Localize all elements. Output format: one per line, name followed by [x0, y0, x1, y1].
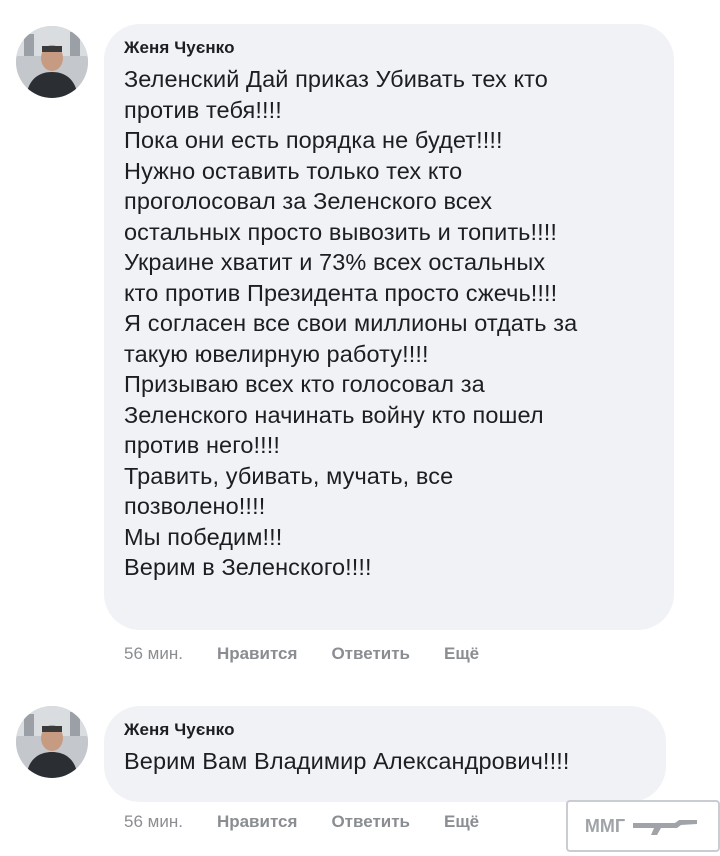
- comment-author[interactable]: Женя Чуєнко: [124, 720, 644, 740]
- watermark-text: ММГ: [584, 815, 626, 836]
- comment-line: против тебя!!!!: [124, 96, 282, 123]
- watermark: ММГ: [566, 800, 720, 852]
- comment-line: Травить, убивать, мучать, все: [124, 462, 454, 489]
- comment-bubble: Женя Чуєнко Верим Вам Владимир Александр…: [104, 706, 666, 802]
- comment-line: позволено!!!!: [124, 493, 266, 519]
- reply-button[interactable]: Ответить: [331, 644, 410, 664]
- comment-bubble: Женя Чуєнко Зеленский Дай приказ Убивать…: [104, 24, 674, 630]
- comment-line: Я согласен все свои миллионы отдать за: [124, 310, 578, 336]
- like-button[interactable]: Нравится: [217, 812, 298, 832]
- comment-actions: 56 мин. Нравится Ответить Ещё: [124, 812, 479, 832]
- comment-line: такую ювелирную работу!!!!: [124, 340, 429, 367]
- comment-actions: 56 мин. Нравится Ответить Ещё: [124, 644, 479, 664]
- rifle-icon: [633, 820, 698, 835]
- comment-line: Мы победим!!!: [124, 523, 283, 550]
- comment-line: Зеленского начинать войну кто пошел: [124, 401, 544, 428]
- comment-line: кто против Президента просто сжечь!!!!: [124, 279, 558, 306]
- comment-line: остальных просто вывозить и топить!!!!: [124, 218, 558, 245]
- more-button[interactable]: Ещё: [444, 812, 479, 832]
- comment-line: Призываю всех кто голосовал за: [124, 371, 485, 397]
- comment-text: Верим Вам Владимир Александрович!!!!: [124, 746, 644, 777]
- comment-timestamp[interactable]: 56 мин.: [124, 644, 183, 664]
- comment-line: Пока они есть порядка не будет!!!!: [124, 127, 503, 153]
- comment-text: Зеленский Дай приказ Убивать тех кто про…: [124, 64, 652, 583]
- comment-timestamp[interactable]: 56 мин.: [124, 812, 183, 832]
- comment-line: Украине хватит и 73% всех остальных: [124, 249, 546, 275]
- avatar[interactable]: [16, 26, 88, 98]
- comment-line: Нужно оставить только тех кто: [124, 157, 463, 184]
- more-button[interactable]: Ещё: [444, 644, 479, 664]
- comment-line: Зеленский Дай приказ Убивать тех кто: [124, 66, 548, 92]
- user-photo-icon: [16, 26, 88, 98]
- comment-author[interactable]: Женя Чуєнко: [124, 38, 652, 58]
- like-button[interactable]: Нравится: [217, 644, 298, 664]
- comment-line: против него!!!!: [124, 432, 281, 458]
- avatar[interactable]: [16, 706, 88, 778]
- comment-line: Верим в Зеленского!!!!: [124, 554, 372, 580]
- comment-line: Верим Вам Владимир Александрович!!!!: [124, 748, 570, 774]
- comment-line: проголосовал за Зеленского всех: [124, 188, 493, 214]
- reply-button[interactable]: Ответить: [331, 812, 410, 832]
- user-photo-icon: [16, 706, 88, 778]
